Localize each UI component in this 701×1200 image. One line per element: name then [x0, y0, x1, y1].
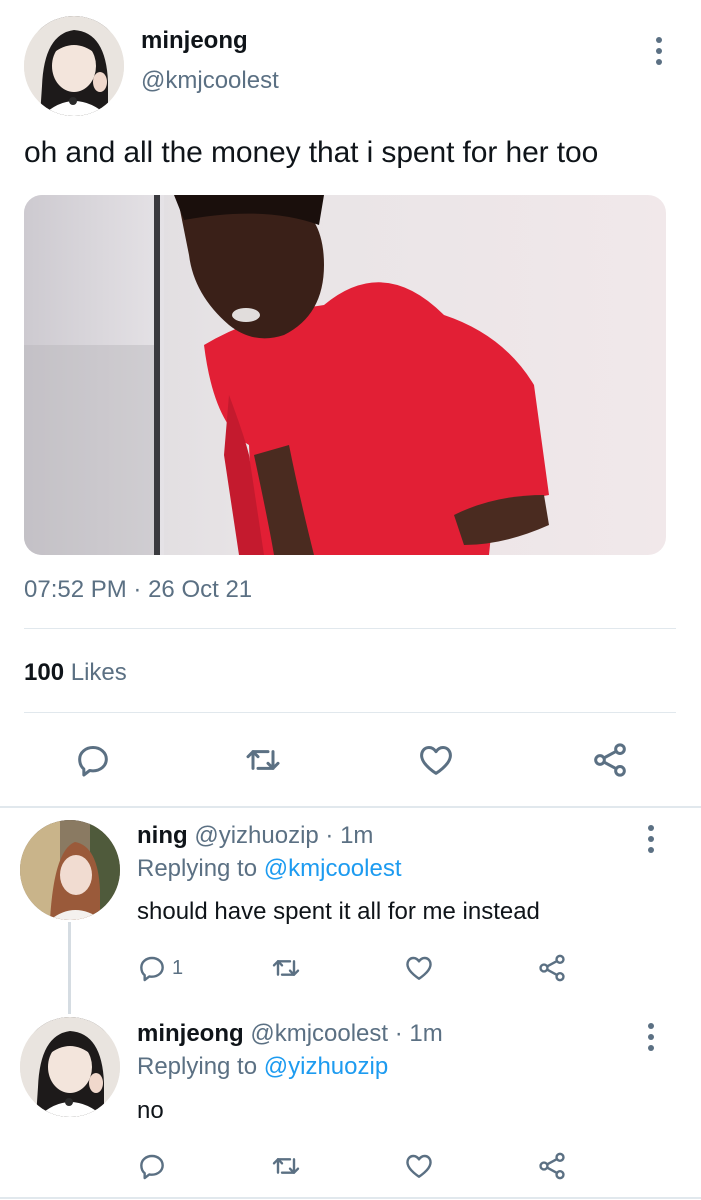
more-vertical-icon[interactable]: [655, 37, 663, 65]
replying-to-prefix: Replying to: [137, 1053, 258, 1080]
share-icon[interactable]: [535, 1150, 569, 1182]
retweet-icon[interactable]: [269, 952, 303, 984]
reply-icon[interactable]: 1: [136, 952, 183, 984]
reply-author-name[interactable]: minjeong: [137, 1020, 244, 1047]
reply-icon[interactable]: [136, 1150, 168, 1182]
reply-avatar[interactable]: [20, 820, 120, 920]
author-name[interactable]: minjeong: [141, 27, 248, 55]
avatar-image: [24, 16, 124, 116]
reply-time[interactable]: · 1m: [395, 1020, 443, 1047]
avatar-image: [20, 1017, 120, 1117]
reply-text: should have spent it all for me instead: [137, 898, 540, 925]
tweet-timestamp[interactable]: 07:52 PM · 26 Oct 21: [24, 576, 252, 604]
more-vertical-icon[interactable]: [647, 1023, 655, 1051]
heart-icon[interactable]: [402, 952, 436, 984]
tweet-time: 07:52 PM: [24, 576, 127, 603]
reply-author-handle[interactable]: @yizhuozip: [194, 822, 318, 849]
reply-count: 1: [172, 956, 184, 979]
reply-icon[interactable]: [73, 740, 113, 780]
share-icon[interactable]: [589, 740, 631, 780]
media-image: [24, 195, 666, 555]
reply-author-name[interactable]: ning: [137, 822, 188, 849]
likes-count: 100: [24, 659, 65, 686]
heart-icon[interactable]: [402, 1150, 436, 1182]
divider: [24, 712, 676, 713]
divider: [24, 628, 676, 629]
tweet-media[interactable]: [24, 195, 666, 555]
reply-text: no: [137, 1097, 164, 1124]
bottom-divider: [0, 1197, 701, 1199]
avatar-image: [20, 820, 120, 920]
heart-icon[interactable]: [415, 740, 457, 780]
reply-header: ning @yizhuozip · 1m: [137, 822, 373, 850]
replying-to: Replying to @yizhuozip: [137, 1053, 388, 1081]
thread-line: [68, 922, 71, 1014]
author-handle[interactable]: @kmjcoolest: [141, 67, 279, 95]
likes-stat[interactable]: 100 Likes: [24, 659, 127, 687]
replying-to: Replying to @kmjcoolest: [137, 855, 401, 883]
author-avatar[interactable]: [24, 16, 124, 116]
likes-label: Likes: [70, 659, 127, 686]
reply-time[interactable]: · 1m: [325, 822, 373, 849]
reply-author-handle[interactable]: @kmjcoolest: [250, 1020, 388, 1047]
tweet-text: oh and all the money that i spent for he…: [24, 136, 599, 169]
section-divider: [0, 806, 701, 808]
reply-header: minjeong @kmjcoolest · 1m: [137, 1020, 443, 1048]
replying-to-handle[interactable]: @kmjcoolest: [264, 855, 402, 882]
share-icon[interactable]: [535, 952, 569, 984]
retweet-icon[interactable]: [269, 1150, 303, 1182]
retweet-icon[interactable]: [242, 740, 284, 780]
timestamp-separator: ·: [133, 576, 149, 603]
reply-avatar[interactable]: [20, 1017, 120, 1117]
replying-to-handle[interactable]: @yizhuozip: [264, 1053, 388, 1080]
tweet-date: 26 Oct 21: [148, 576, 253, 603]
more-vertical-icon[interactable]: [647, 825, 655, 853]
replying-to-prefix: Replying to: [137, 855, 258, 882]
